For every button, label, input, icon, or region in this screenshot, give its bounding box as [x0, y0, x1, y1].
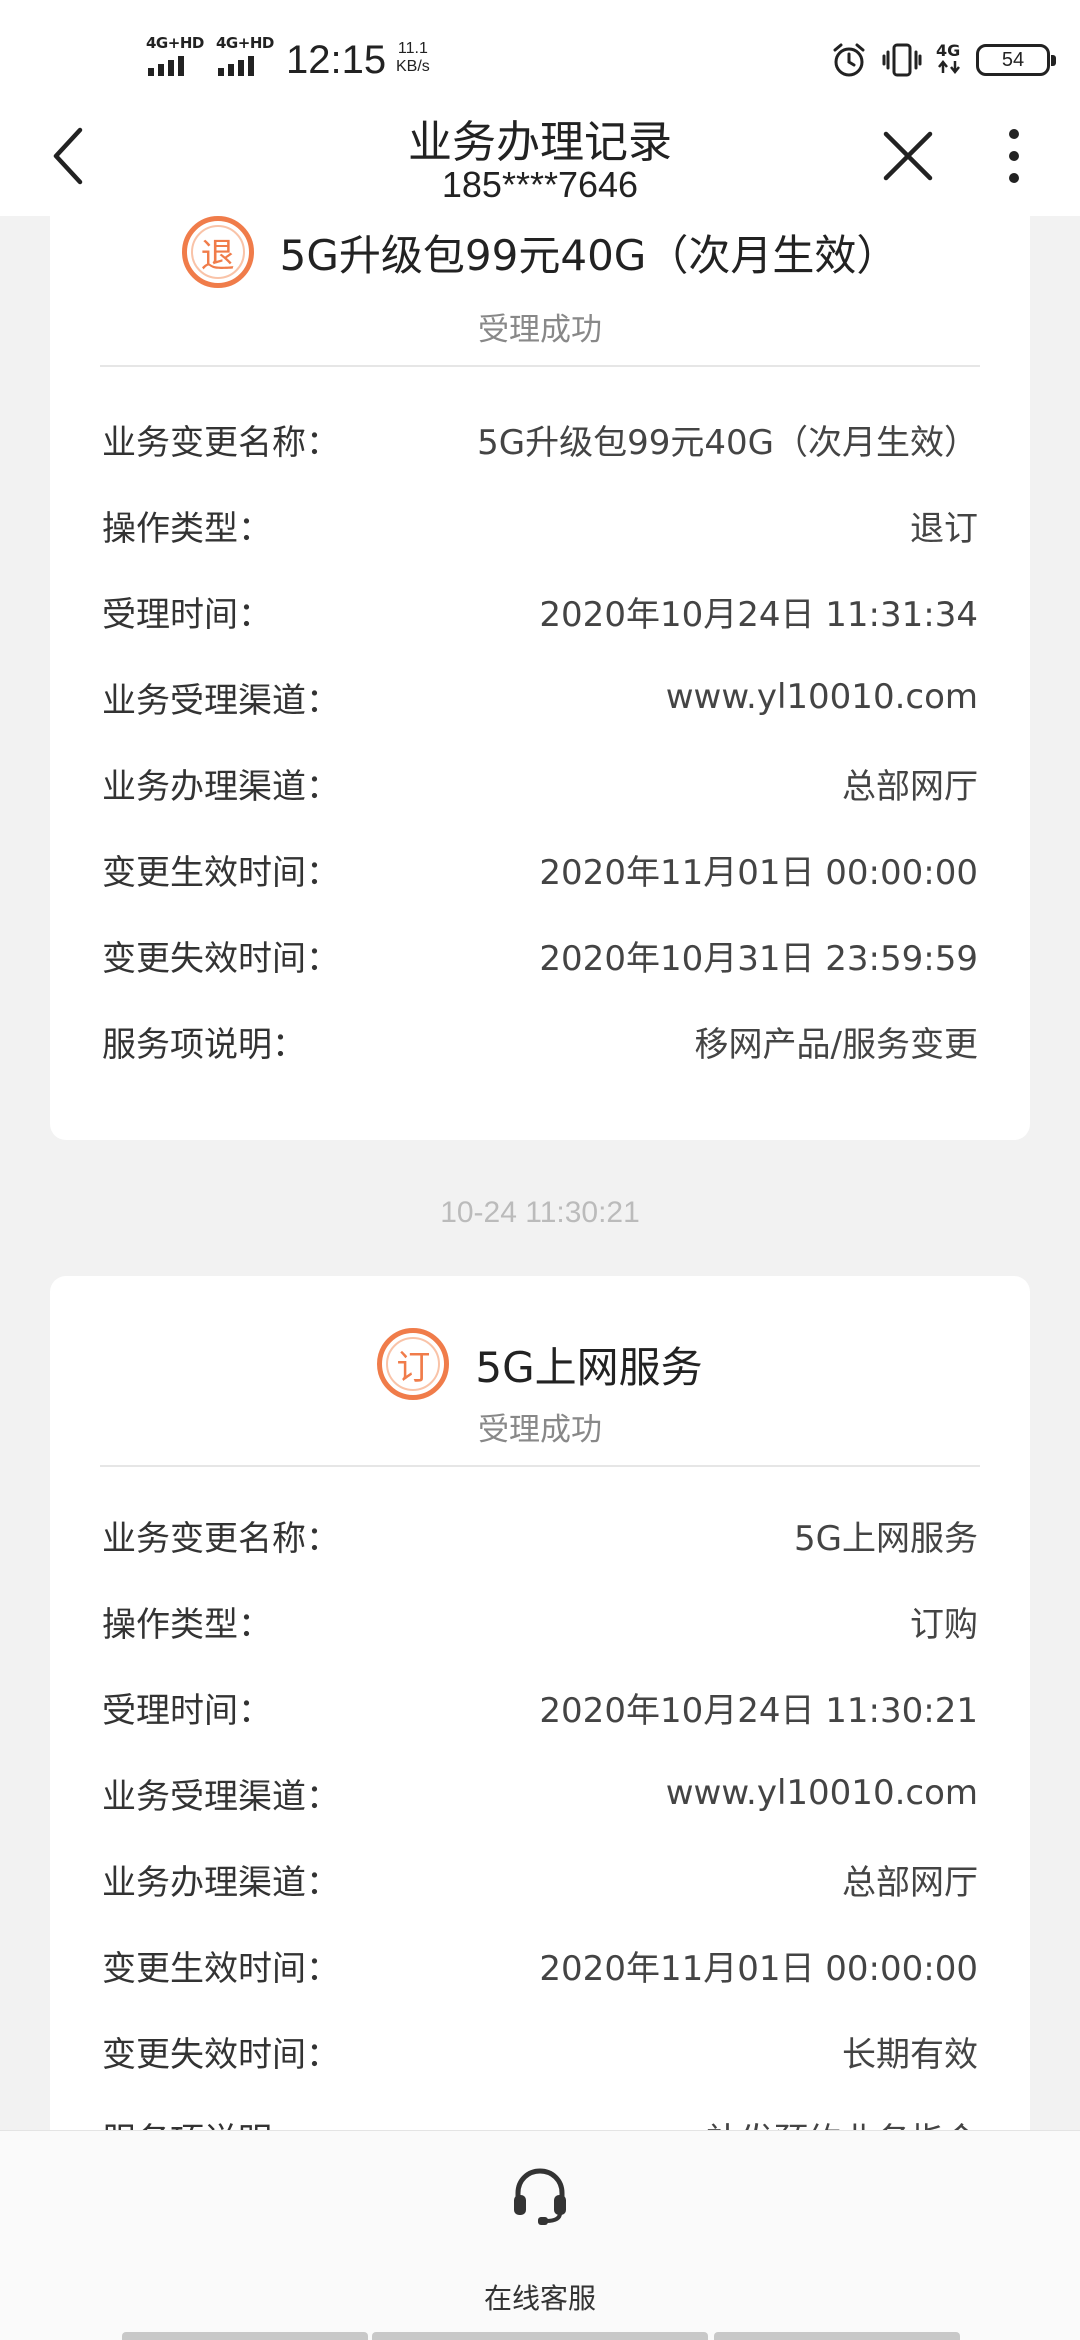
page-tabs-indicator [0, 2332, 1080, 2340]
divider [100, 365, 980, 367]
detail-row: 业务变更名称： 5G升级包99元40G（次月生效） [102, 396, 978, 482]
signal-type-label: 4G+HD [146, 34, 204, 52]
detail-label: 业务变更名称： [102, 422, 340, 463]
detail-value: 总部网厅 [842, 766, 978, 807]
detail-label: 受理时间： [102, 1690, 272, 1731]
record-status: 受理成功 [478, 1412, 602, 1448]
record-status: 受理成功 [478, 312, 602, 348]
network-type-label: 4G [936, 40, 961, 60]
detail-label: 变更生效时间： [102, 852, 340, 893]
detail-label: 服务项说明： [102, 1024, 306, 1065]
detail-row: 业务办理渠道： 总部网厅 [102, 740, 978, 826]
detail-label: 操作类型： [102, 1604, 272, 1645]
detail-value: 2020年10月24日 11:31:34 [539, 594, 978, 635]
tab-indicator [372, 2332, 708, 2340]
record-card: 订 5G上网服务 受理成功 业务变更名称： 5G上网服务 操作类型： 订购 受理时间… [50, 1276, 1030, 2276]
detail-value: 总部网厅 [842, 1862, 978, 1903]
detail-label: 操作类型： [102, 508, 272, 549]
tab-indicator [714, 2332, 960, 2340]
detail-value: www.yl10010.com [665, 1773, 978, 1813]
record-card: 退 5G升级包99元40G（次月生效） 受理成功 业务变更名称： 5G升级包99元… [50, 150, 1030, 1140]
signal-bars-icon [218, 56, 254, 76]
record-header: 订 5G上网服务 [50, 1328, 1030, 1400]
network-speed-unit: KB/s [396, 58, 430, 75]
network-speed-value: 11.1 [397, 40, 428, 57]
data-arrows-icon [938, 59, 960, 74]
detail-row: 业务办理渠道： 总部网厅 [102, 1836, 978, 1922]
detail-row: 操作类型： 订购 [102, 1578, 978, 1664]
detail-value: 2020年11月01日 00:00:00 [539, 852, 978, 893]
detail-row: 变更失效时间： 2020年10月31日 23:59:59 [102, 912, 978, 998]
record-details: 业务变更名称： 5G上网服务 操作类型： 订购 受理时间： 2020年10月24日 1… [102, 1492, 978, 2180]
detail-value: 退订 [910, 508, 978, 549]
signal-strength-sim1: 4G+HD [146, 34, 204, 76]
alarm-icon [833, 43, 865, 77]
detail-label: 变更失效时间： [102, 2034, 340, 2075]
detail-row: 受理时间： 2020年10月24日 11:31:34 [102, 568, 978, 654]
status-icons: 4G 54 [830, 40, 1056, 80]
more-icon[interactable] [998, 124, 1030, 188]
online-service-label: 在线客服 [483, 2282, 596, 2315]
status-clock: 12:15 [286, 38, 387, 82]
network-4g-icon: 4G [936, 40, 962, 78]
signal-bars-icon [148, 56, 184, 76]
detail-row: 服务项说明： 移网产品/服务变更 [102, 998, 978, 1084]
detail-label: 变更生效时间： [102, 1948, 340, 1989]
detail-row: 操作类型： 退订 [102, 482, 978, 568]
close-icon[interactable] [878, 126, 938, 186]
record-title: 5G升级包99元40G（次月生效） [279, 230, 899, 280]
detail-row: 变更失效时间： 长期有效 [102, 2008, 978, 2094]
signal-type-label: 4G+HD [216, 34, 274, 52]
network-speed: 11.1 KB/s [396, 40, 430, 76]
detail-label: 业务受理渠道： [102, 680, 340, 721]
detail-value: 5G升级包99元40G（次月生效） [477, 422, 978, 463]
record-details: 业务变更名称： 5G升级包99元40G（次月生效） 操作类型： 退订 受理时间： 20… [102, 396, 978, 1084]
battery-level: 54 [1001, 48, 1025, 71]
detail-value: 2020年10月31日 23:59:59 [539, 938, 978, 979]
unsubscribe-badge-icon: 退 [181, 216, 254, 288]
detail-row: 业务受理渠道： www.yl10010.com [102, 654, 978, 740]
detail-label: 业务受理渠道： [102, 1776, 340, 1817]
record-header: 退 5G升级包99元40G（次月生效） [50, 216, 1030, 288]
detail-value: 长期有效 [842, 2034, 978, 2075]
detail-value: 订购 [910, 1604, 978, 1645]
battery-icon: 54 [976, 44, 1056, 76]
divider [100, 1465, 980, 1467]
detail-value: 移网产品/服务变更 [694, 1024, 978, 1065]
signal-strength-sim2: 4G+HD [216, 34, 274, 76]
online-service-button[interactable]: 在线客服 [440, 2141, 640, 2321]
detail-row: 受理时间： 2020年10月24日 11:30:21 [102, 1664, 978, 1750]
detail-label: 受理时间： [102, 594, 272, 635]
detail-value: 2020年11月01日 00:00:00 [539, 1948, 978, 1989]
detail-label: 业务变更名称： [102, 1518, 340, 1559]
detail-value: 5G上网服务 [794, 1518, 978, 1559]
detail-row: 变更生效时间： 2020年11月01日 00:00:00 [102, 826, 978, 912]
badge-label: 订 [396, 1347, 431, 1388]
record-title: 5G上网服务 [475, 1342, 703, 1392]
detail-label: 变更失效时间： [102, 938, 340, 979]
detail-row: 业务受理渠道： www.yl10010.com [102, 1750, 978, 1836]
detail-value: 2020年10月24日 11:30:21 [539, 1690, 978, 1731]
headset-icon [514, 2168, 566, 2225]
detail-row: 变更生效时间： 2020年11月01日 00:00:00 [102, 1922, 978, 2008]
detail-row: 业务变更名称： 5G上网服务 [102, 1492, 978, 1578]
status-bar: 4G+HD 4G+HD 12:15 11.1 KB/s 4G 54 [0, 0, 1080, 100]
subscribe-badge-icon: 订 [377, 1328, 450, 1400]
detail-value: www.yl10010.com [665, 677, 978, 717]
bottom-service-bar: 在线客服 [0, 2130, 1080, 2340]
detail-label: 业务办理渠道： [102, 1862, 340, 1903]
detail-label: 业务办理渠道： [102, 766, 340, 807]
record-time-separator: 10-24 11:30:21 [440, 1196, 640, 1229]
tab-indicator [122, 2332, 368, 2340]
badge-label: 退 [200, 235, 235, 276]
navigation-bar: 业务办理记录 185****7646 [0, 100, 1080, 216]
vibrate-icon [882, 43, 922, 77]
